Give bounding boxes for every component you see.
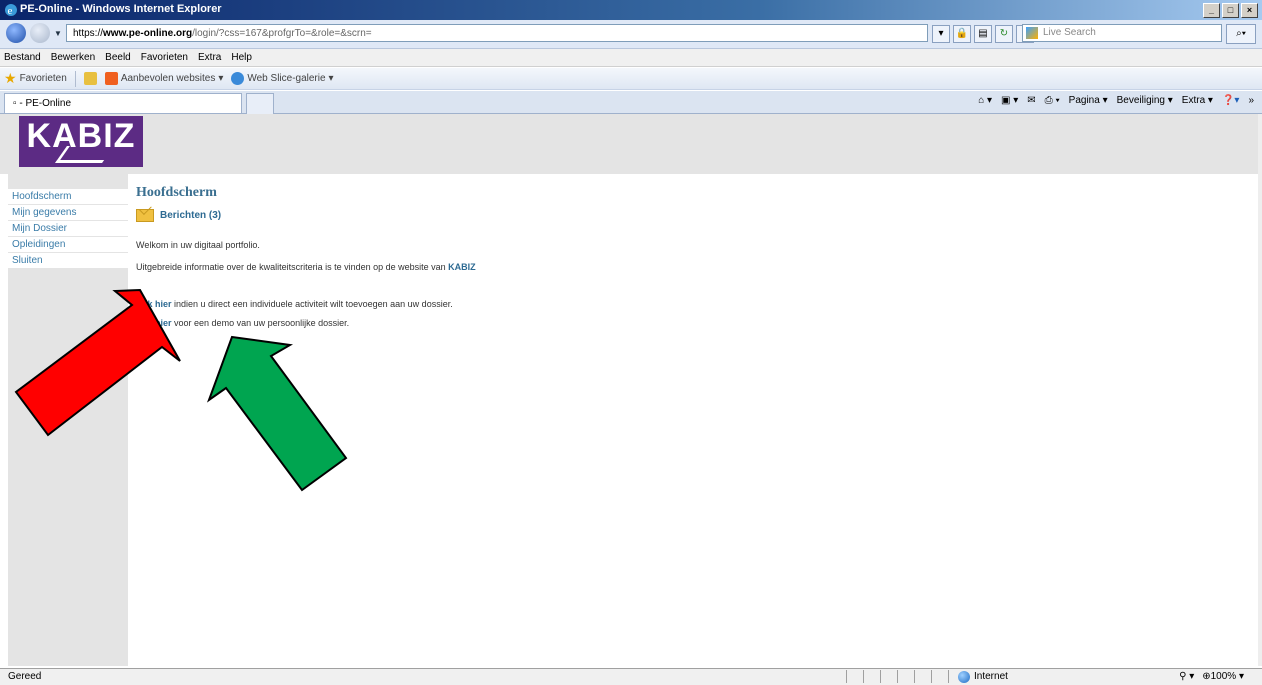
zoom-level[interactable]: ⊕100% ▾: [1202, 669, 1244, 685]
status-text: Gereed: [8, 671, 42, 682]
status-bar: Gereed Internet ⚲ ▾ ⊕100% ▾: [0, 668, 1262, 685]
globe-icon: [958, 671, 970, 683]
scrollbar[interactable]: [1258, 114, 1262, 666]
red-arrow: [14, 288, 181, 437]
security-zone[interactable]: Internet: [958, 669, 1008, 685]
annotation-arrows: [14, 288, 348, 492]
protected-mode-icon[interactable]: ⚲ ▾: [1179, 669, 1194, 685]
green-arrow: [206, 335, 348, 492]
